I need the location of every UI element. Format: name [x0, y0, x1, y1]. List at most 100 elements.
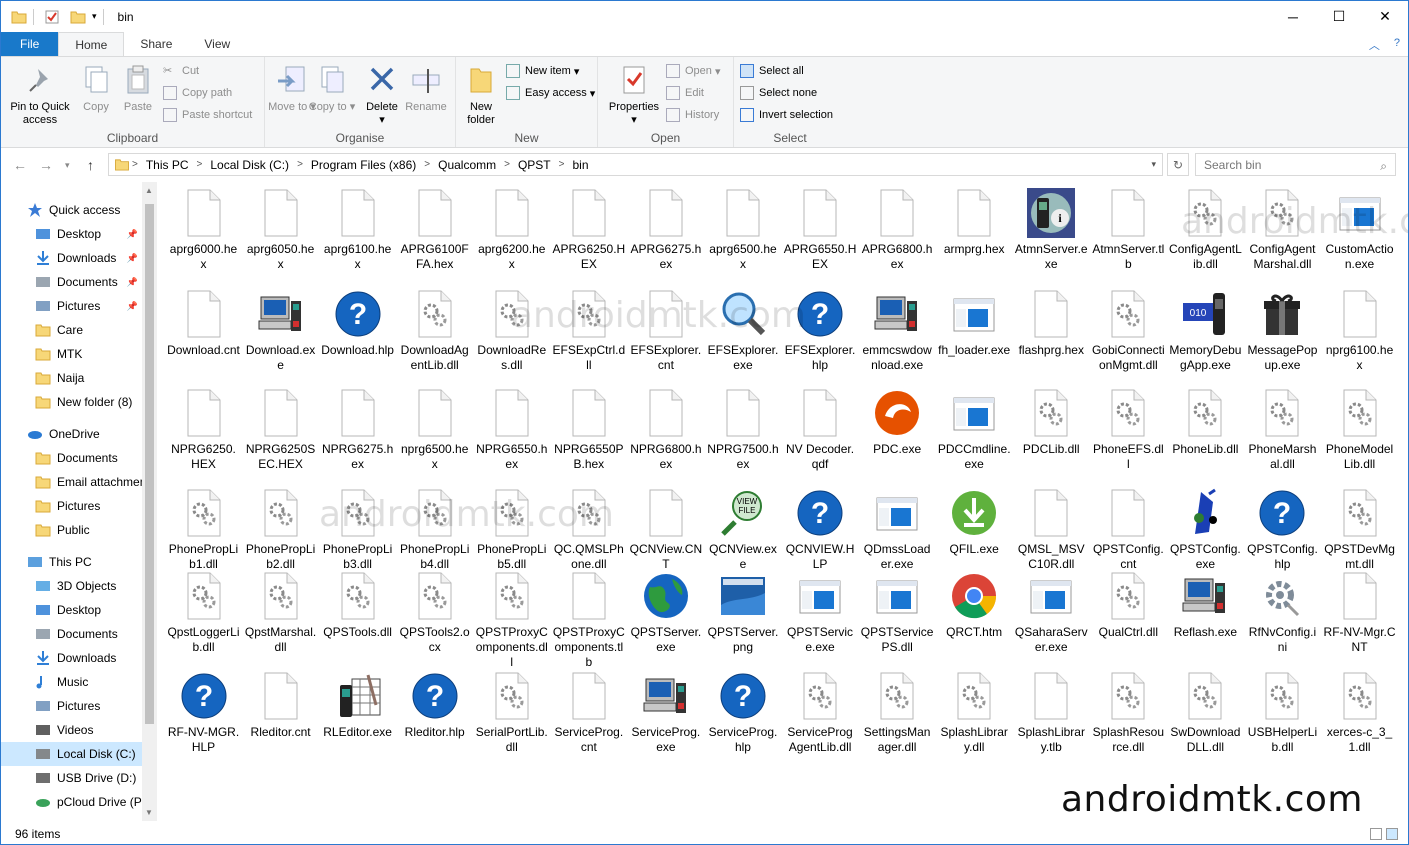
- file-item[interactable]: NPRG6275.hex: [319, 386, 396, 472]
- file-item[interactable]: QPSTConfig.cnt: [1090, 486, 1167, 572]
- address-history-chevron-icon[interactable]: ▾: [1151, 159, 1156, 170]
- tab-share[interactable]: Share: [124, 32, 188, 56]
- file-item[interactable]: SplashLibrary.dll: [936, 669, 1013, 755]
- file-item[interactable]: SplashLibrary.tlb: [1013, 669, 1090, 755]
- file-item[interactable]: ServiceProgAgentLib.dll: [782, 669, 859, 755]
- file-item[interactable]: QPSTools.dll: [319, 569, 396, 640]
- file-item[interactable]: ServiceProg.exe: [627, 669, 704, 755]
- file-item[interactable]: nprg6500.hex: [396, 386, 473, 472]
- file-item[interactable]: QualCtrl.dll: [1090, 569, 1167, 640]
- nav-item[interactable]: Pictures: [1, 494, 142, 518]
- nav-item[interactable]: New folder (8): [1, 390, 142, 414]
- file-item[interactable]: QPSTServicePS.dll: [859, 569, 936, 655]
- file-item[interactable]: RLEditor.exe: [319, 669, 396, 740]
- select-all-button[interactable]: Select all: [740, 61, 804, 81]
- scroll-down-icon[interactable]: ▼: [145, 808, 153, 817]
- select-none-button[interactable]: Select none: [740, 83, 817, 103]
- file-item[interactable]: PhoneLib.dll: [1167, 386, 1244, 457]
- nav-item[interactable]: Pictures 📌: [1, 294, 142, 318]
- file-item[interactable]: PhoneModelLib.dll: [1321, 386, 1398, 472]
- file-item[interactable]: VIEW FILE QCNView.exe: [704, 486, 781, 572]
- nav-item[interactable]: USB Drive (D:): [1, 766, 142, 790]
- breadcrumb-program-files[interactable]: Program Files (x86): [305, 158, 422, 172]
- file-item[interactable]: i AtmnServer.exe: [1013, 186, 1090, 272]
- nav-item[interactable]: Public: [1, 518, 142, 542]
- breadcrumb-local-disk[interactable]: Local Disk (C:): [204, 158, 295, 172]
- file-item[interactable]: QpstMarshal.dll: [242, 569, 319, 655]
- file-item[interactable]: QFIL.exe: [936, 486, 1013, 557]
- file-item[interactable]: SerialPortLib.dll: [473, 669, 550, 755]
- file-item[interactable]: 010 MemoryDebugApp.exe: [1167, 287, 1244, 373]
- file-item[interactable]: PDCLib.dll: [1013, 386, 1090, 457]
- file-item[interactable]: APRG6100FFA.hex: [396, 186, 473, 272]
- refresh-button[interactable]: ↻: [1167, 153, 1189, 176]
- file-item[interactable]: QRCT.htm: [936, 569, 1013, 640]
- file-item[interactable]: USBHelperLib.dll: [1244, 669, 1321, 755]
- minimize-button[interactable]: ─: [1270, 1, 1316, 32]
- tab-view[interactable]: View: [188, 32, 246, 56]
- nav-item[interactable]: Music: [1, 670, 142, 694]
- file-item[interactable]: DownloadAgentLib.dll: [396, 287, 473, 373]
- edit-button[interactable]: Edit: [666, 83, 704, 103]
- file-item[interactable]: flashprg.hex: [1013, 287, 1090, 358]
- file-item[interactable]: aprg6050.hex: [242, 186, 319, 272]
- recent-locations-chevron-icon[interactable]: ▾: [65, 160, 70, 171]
- forward-arrow-icon[interactable]: →: [39, 157, 53, 173]
- breadcrumb-bin[interactable]: bin: [566, 158, 594, 172]
- file-item[interactable]: Download.exe: [242, 287, 319, 373]
- nav-item[interactable]: MTK: [1, 342, 142, 366]
- help-icon[interactable]: ?: [1394, 37, 1400, 53]
- nav-scrollbar[interactable]: ▲ ▼: [142, 182, 157, 821]
- file-item[interactable]: QCNView.CNT: [627, 486, 704, 572]
- file-item[interactable]: QPSTServer.exe: [627, 569, 704, 655]
- file-item[interactable]: ? Rleditor.hlp: [396, 669, 473, 740]
- file-item[interactable]: NPRG6800.hex: [627, 386, 704, 472]
- nav-item[interactable]: 3D Objects: [1, 574, 142, 598]
- pin-quick-access-button[interactable]: Pin to Quick access: [5, 61, 75, 127]
- file-item[interactable]: fh_loader.exe: [936, 287, 1013, 358]
- file-item[interactable]: Download.cnt: [165, 287, 242, 358]
- nav-item[interactable]: This PC: [1, 550, 142, 574]
- file-item[interactable]: PhoneEFS.dll: [1090, 386, 1167, 472]
- file-item[interactable]: NPRG7500.hex: [704, 386, 781, 472]
- history-button[interactable]: History: [666, 105, 719, 125]
- nav-item[interactable]: pCloud Drive (P:): [1, 790, 142, 814]
- file-item[interactable]: NPRG6250SEC.HEX: [242, 386, 319, 472]
- maximize-button[interactable]: ☐: [1316, 1, 1362, 32]
- file-item[interactable]: xerces-c_3_1.dll: [1321, 669, 1398, 755]
- properties-check-icon[interactable]: [44, 10, 60, 24]
- nav-item[interactable]: Documents: [1, 446, 142, 470]
- file-item[interactable]: APRG6550.HEX: [782, 186, 859, 272]
- nav-item[interactable]: OneDrive: [1, 422, 142, 446]
- file-item[interactable]: QPSTServer.png: [704, 569, 781, 655]
- file-item[interactable]: PhoneMarshal.dll: [1244, 386, 1321, 472]
- file-item[interactable]: aprg6000.hex: [165, 186, 242, 272]
- nav-item[interactable]: Videos: [1, 718, 142, 742]
- file-item[interactable]: nprg6100.hex: [1321, 287, 1398, 373]
- copy-path-button[interactable]: Copy path: [163, 83, 232, 103]
- nav-item[interactable]: Pictures: [1, 694, 142, 718]
- nav-item[interactable]: Email attachments: [1, 470, 142, 494]
- file-item[interactable]: NPRG6550PB.hex: [550, 386, 627, 472]
- nav-item[interactable]: Downloads 📌: [1, 246, 142, 270]
- file-item[interactable]: aprg6500.hex: [704, 186, 781, 272]
- file-item[interactable]: ? QCNVIEW.HLP: [782, 486, 859, 572]
- nav-item[interactable]: Desktop: [1, 598, 142, 622]
- nav-item[interactable]: Desktop 📌: [1, 222, 142, 246]
- nav-item[interactable]: Care: [1, 318, 142, 342]
- file-item[interactable]: armprg.hex: [936, 186, 1013, 257]
- file-item[interactable]: RfNvConfig.ini: [1244, 569, 1321, 655]
- rename-button[interactable]: Rename: [401, 61, 451, 114]
- file-item[interactable]: SettingsManager.dll: [859, 669, 936, 755]
- file-item[interactable]: ServiceProg.cnt: [550, 669, 627, 755]
- file-item[interactable]: emmcswdownload.exe: [859, 287, 936, 373]
- paste-shortcut-button[interactable]: Paste shortcut: [163, 105, 252, 125]
- nav-item[interactable]: Naija: [1, 366, 142, 390]
- nav-item[interactable]: Quick access: [1, 198, 142, 222]
- nav-item[interactable]: Documents 📌: [1, 270, 142, 294]
- easy-access-button[interactable]: Easy access ▾: [506, 83, 595, 103]
- back-arrow-icon[interactable]: ←: [13, 157, 27, 173]
- scrollbar-thumb[interactable]: [145, 204, 154, 724]
- file-item[interactable]: QPSTService.exe: [782, 569, 859, 655]
- file-item[interactable]: RF-NV-Mgr.CNT: [1321, 569, 1398, 655]
